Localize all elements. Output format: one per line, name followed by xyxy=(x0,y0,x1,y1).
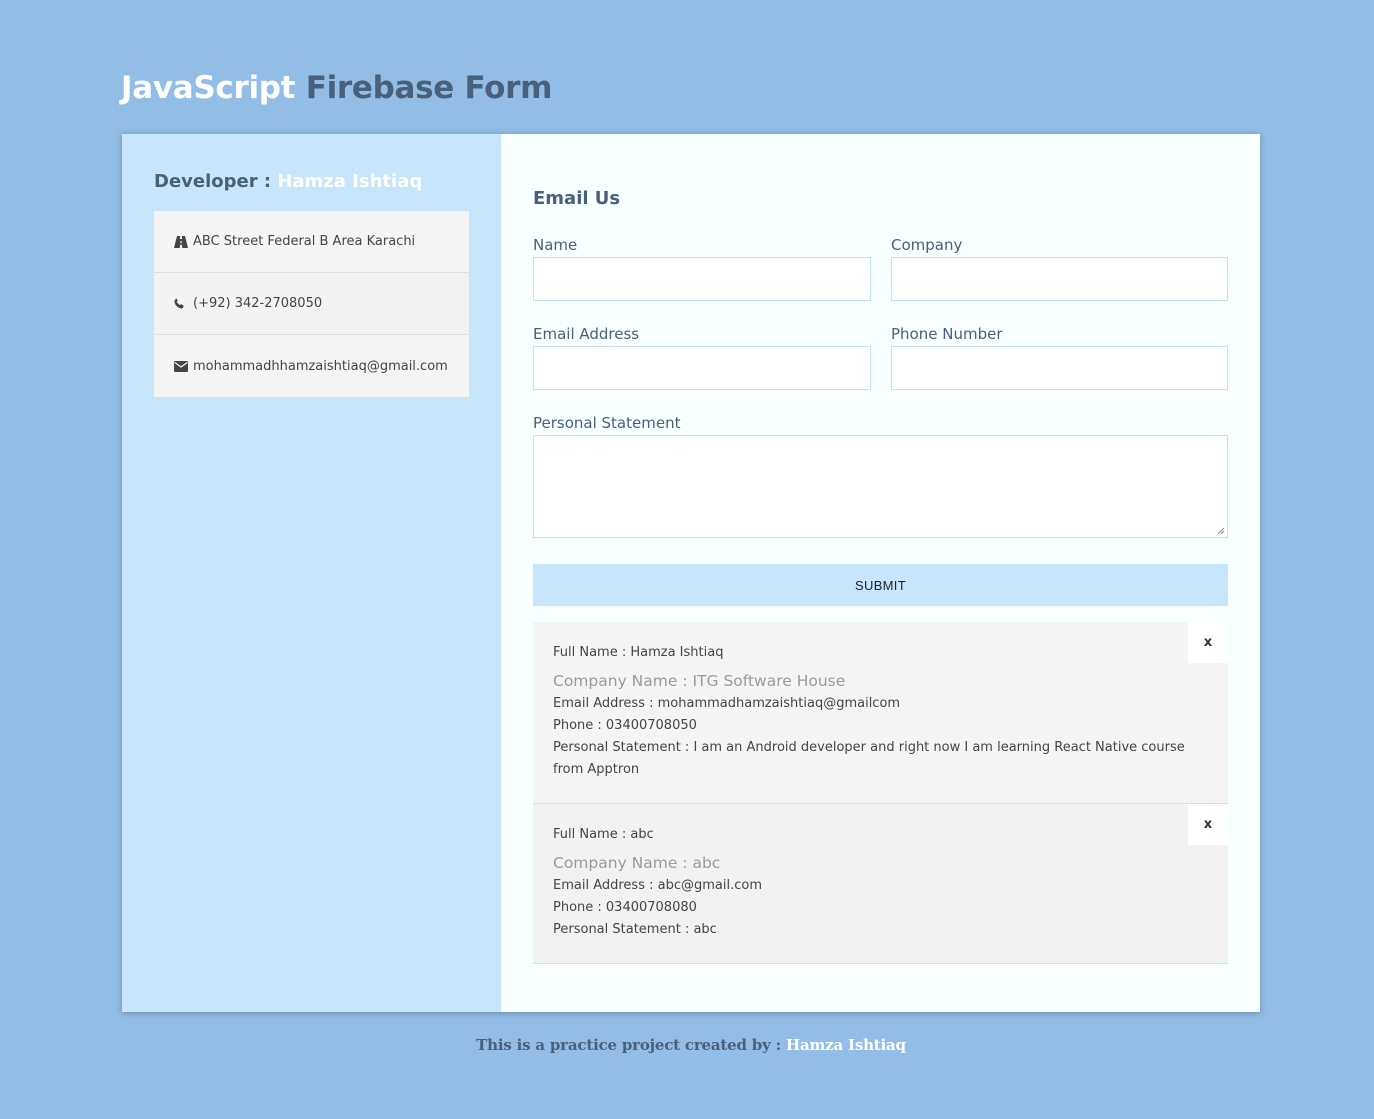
phone-label: Phone Number xyxy=(891,325,1003,343)
footer-author: Hamza Ishtiaq xyxy=(786,1036,906,1054)
entry-company: Company Name : abc xyxy=(553,854,721,872)
form-heading: Email Us xyxy=(533,188,621,209)
statement-textarea[interactable] xyxy=(533,435,1228,538)
entry-phone: Phone : 03400708080 xyxy=(553,900,697,915)
footer: This is a practice project created by : … xyxy=(0,1036,1374,1054)
envelope-icon xyxy=(174,359,188,373)
company-input[interactable] xyxy=(891,257,1228,301)
contact-item-address: ABC Street Federal B Area Karachi xyxy=(154,211,469,273)
submit-button[interactable]: SUBMIT xyxy=(533,564,1228,606)
resize-grip-icon[interactable] xyxy=(1217,527,1225,535)
contact-phone-text: (+92) 342-2708050 xyxy=(193,296,323,311)
entry-statement: Personal Statement : abc xyxy=(553,922,717,937)
company-label: Company xyxy=(891,236,963,254)
entry-list: x Full Name : Hamza Ishtiaq Company Name… xyxy=(533,622,1228,964)
entry-company: Company Name : ITG Software House xyxy=(553,672,846,690)
page-title-part2: Firebase Form xyxy=(305,70,553,106)
developer-name: Hamza Ishtiaq xyxy=(277,171,423,192)
main-card: Developer : Hamza Ishtiaq ABC Street Fed… xyxy=(122,134,1260,1012)
statement-label: Personal Statement xyxy=(533,414,681,432)
contact-email-text: mohammadhhamzaishtiaq@gmail.com xyxy=(193,358,448,374)
page-title-part1: JavaScript xyxy=(121,70,296,106)
entry-full-name: Full Name : abc xyxy=(553,827,654,842)
name-input[interactable] xyxy=(533,257,871,301)
page-title: JavaScript Firebase Form xyxy=(121,66,552,110)
form-panel: Email Us Name Company Email Address Phon… xyxy=(501,134,1260,1012)
entry-full-name: Full Name : Hamza Ishtiaq xyxy=(553,645,724,660)
delete-button[interactable]: x xyxy=(1188,804,1228,845)
list-item: x Full Name : abc Company Name : abc Ema… xyxy=(533,804,1228,964)
email-input[interactable] xyxy=(533,346,871,390)
developer-panel: Developer : Hamza Ishtiaq ABC Street Fed… xyxy=(122,134,501,1012)
entry-statement: Personal Statement : I am an Android dev… xyxy=(553,740,1185,777)
entry-phone: Phone : 03400708050 xyxy=(553,718,697,733)
footer-text: This is a practice project created by : xyxy=(476,1036,781,1054)
road-icon xyxy=(174,235,188,249)
contact-list: ABC Street Federal B Area Karachi (+92) … xyxy=(154,211,469,397)
phone-input[interactable] xyxy=(891,346,1228,390)
developer-label: Developer : xyxy=(154,171,272,192)
phone-icon xyxy=(174,297,188,311)
delete-button[interactable]: x xyxy=(1188,622,1228,663)
list-item: x Full Name : Hamza Ishtiaq Company Name… xyxy=(533,622,1228,804)
developer-heading: Developer : Hamza Ishtiaq xyxy=(154,170,422,194)
email-label: Email Address xyxy=(533,325,640,343)
entry-email: Email Address : mohammadhamzaishtiaq@gma… xyxy=(553,696,901,711)
contact-item-email: mohammadhhamzaishtiaq@gmail.com xyxy=(154,335,469,397)
entry-email: Email Address : abc@gmail.com xyxy=(553,878,762,893)
contact-address-text: ABC Street Federal B Area Karachi xyxy=(193,234,416,249)
name-label: Name xyxy=(533,236,578,254)
contact-item-phone: (+92) 342-2708050 xyxy=(154,273,469,335)
